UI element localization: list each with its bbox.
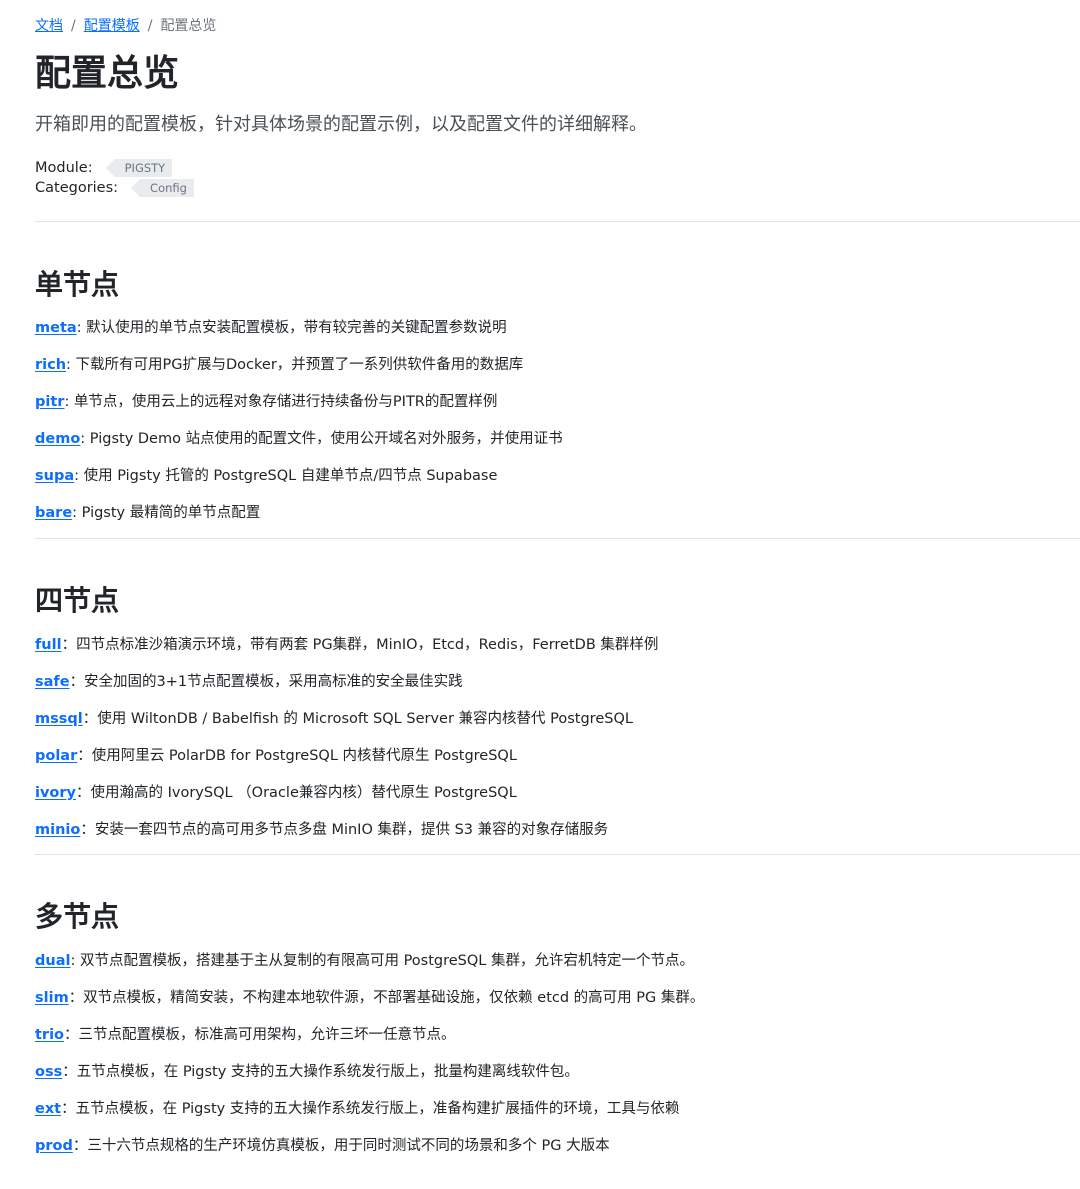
list-item: pitr: 单节点，使用云上的远程对象存储进行持续备份与PITR的配置样例 <box>35 392 497 412</box>
list-item: meta: 默认使用的单节点安装配置模板，带有较完善的关键配置参数说明 <box>35 318 507 338</box>
template-link-pitr[interactable]: pitr <box>35 394 64 410</box>
template-desc: ：使用阿里云 PolarDB for PostgreSQL 内核替代原生 Pos… <box>77 748 517 764</box>
breadcrumb-link-docs[interactable]: 文档 <box>35 18 63 34</box>
list-item: full：四节点标准沙箱演示环境，带有两套 PG集群，MinIO，Etcd，Re… <box>35 635 658 655</box>
template-desc: ：四节点标准沙箱演示环境，带有两套 PG集群，MinIO，Etcd，Redis，… <box>61 637 659 653</box>
list-item: polar：使用阿里云 PolarDB for PostgreSQL 内核替代原… <box>35 746 517 766</box>
template-desc: : 双节点配置模板，搭建基于主从复制的有限高可用 PostgreSQL 集群，允… <box>70 953 694 969</box>
list-item: demo: Pigsty Demo 站点使用的配置文件，使用公开域名对外服务，并… <box>35 429 563 449</box>
section-heading-single-node: 单节点 <box>35 268 120 301</box>
list-item: ext：五节点模板，在 Pigsty 支持的五大操作系统发行版上，准备构建扩展插… <box>35 1099 679 1119</box>
breadcrumb: 文档 / 配置模板 / 配置总览 <box>35 16 216 36</box>
template-link-bare[interactable]: bare <box>35 505 72 521</box>
template-link-mssql[interactable]: mssql <box>35 711 83 727</box>
template-desc: ：双节点模板，精简安装，不构建本地软件源，不部署基础设施，仅依赖 etcd 的高… <box>68 990 705 1006</box>
template-desc: ：三十六节点规格的生产环境仿真模板，用于同时测试不同的场景和多个 PG 大版本 <box>72 1138 610 1154</box>
breadcrumb-current: 配置总览 <box>160 18 217 34</box>
module-tag[interactable]: PIGSTY <box>105 159 173 177</box>
list-item: mssql：使用 WiltonDB / Babelfish 的 Microsof… <box>35 709 633 729</box>
template-link-polar[interactable]: polar <box>35 748 77 764</box>
template-desc: : Pigsty Demo 站点使用的配置文件，使用公开域名对外服务，并使用证书 <box>80 431 563 447</box>
template-desc: : 使用 Pigsty 托管的 PostgreSQL 自建单节点/四节点 Sup… <box>74 468 498 484</box>
template-link-rich[interactable]: rich <box>35 357 66 373</box>
template-link-ivory[interactable]: ivory <box>35 785 76 801</box>
section-heading-four-node: 四节点 <box>35 584 120 617</box>
list-item: supa: 使用 Pigsty 托管的 PostgreSQL 自建单节点/四节点… <box>35 466 497 486</box>
template-desc: ：三节点配置模板，标准高可用架构，允许三坏一任意节点。 <box>64 1027 456 1043</box>
list-item: oss：五节点模板，在 Pigsty 支持的五大操作系统发行版上，批量构建离线软… <box>35 1062 579 1082</box>
page-title: 配置总览 <box>35 53 180 94</box>
template-link-dual[interactable]: dual <box>35 953 70 969</box>
template-link-prod[interactable]: prod <box>35 1138 73 1154</box>
categories-tag[interactable]: Config <box>131 179 194 197</box>
list-item: prod：三十六节点规格的生产环境仿真模板，用于同时测试不同的场景和多个 PG … <box>35 1136 610 1156</box>
template-desc: : 下载所有可用PG扩展与Docker，并预置了一系列供软件备用的数据库 <box>66 357 524 373</box>
template-link-supa[interactable]: supa <box>35 468 74 484</box>
template-link-oss[interactable]: oss <box>35 1064 62 1080</box>
template-desc: ：安装一套四节点的高可用多节点多盘 MinIO 集群，提供 S3 兼容的对象存储… <box>80 822 609 838</box>
template-link-meta[interactable]: meta <box>35 320 77 336</box>
template-link-trio[interactable]: trio <box>35 1027 64 1043</box>
breadcrumb-separator: / <box>147 18 153 34</box>
template-desc: : 默认使用的单节点安装配置模板，带有较完善的关键配置参数说明 <box>76 320 507 336</box>
list-item: ivory：使用瀚高的 IvorySQL （Oracle兼容内核）替代原生 Po… <box>35 783 517 803</box>
breadcrumb-link-config-templates[interactable]: 配置模板 <box>84 18 140 34</box>
breadcrumb-separator: / <box>71 18 76 34</box>
template-desc: ：使用瀚高的 IvorySQL （Oracle兼容内核）替代原生 Postgre… <box>76 785 517 801</box>
template-desc: : 单节点，使用云上的远程对象存储进行持续备份与PITR的配置样例 <box>64 394 498 410</box>
template-desc: ：使用 WiltonDB / Babelfish 的 Microsoft SQL… <box>82 711 633 727</box>
list-item: rich: 下载所有可用PG扩展与Docker，并预置了一系列供软件备用的数据库 <box>35 355 523 375</box>
module-label: Module: <box>35 160 93 176</box>
template-link-full[interactable]: full <box>35 637 62 653</box>
template-desc: : Pigsty 最精简的单节点配置 <box>72 505 261 521</box>
page-lead: 开箱即用的配置模板，针对具体场景的配置示例，以及配置文件的详细解释。 <box>35 114 647 135</box>
module-row: Module: PIGSTY <box>35 158 173 178</box>
template-desc: ：五节点模板，在 Pigsty 支持的五大操作系统发行版上，批量构建离线软件包。 <box>62 1064 579 1080</box>
list-item: bare: Pigsty 最精简的单节点配置 <box>35 503 260 523</box>
template-desc: ：安全加固的3+1节点配置模板，采用高标准的安全最佳实践 <box>69 674 463 690</box>
template-link-slim[interactable]: slim <box>35 990 69 1006</box>
list-item: slim：双节点模板，精简安装，不构建本地软件源，不部署基础设施，仅依赖 etc… <box>35 988 704 1008</box>
list-item: safe：安全加固的3+1节点配置模板，采用高标准的安全最佳实践 <box>35 672 463 692</box>
template-desc: ：五节点模板，在 Pigsty 支持的五大操作系统发行版上，准备构建扩展插件的环… <box>61 1101 680 1117</box>
list-item: minio：安装一套四节点的高可用多节点多盘 MinIO 集群，提供 S3 兼容… <box>35 820 608 840</box>
list-item: trio：三节点配置模板，标准高可用架构，允许三坏一任意节点。 <box>35 1025 456 1045</box>
template-link-demo[interactable]: demo <box>35 431 80 447</box>
template-link-minio[interactable]: minio <box>35 822 80 838</box>
section-heading-multi-node: 多节点 <box>35 900 120 933</box>
divider <box>35 538 1080 539</box>
template-link-safe[interactable]: safe <box>35 674 70 690</box>
categories-label: Categories: <box>35 180 119 196</box>
divider <box>35 854 1080 855</box>
divider <box>35 221 1080 222</box>
categories-row: Categories: Config <box>35 178 194 198</box>
list-item: dual: 双节点配置模板，搭建基于主从复制的有限高可用 PostgreSQL … <box>35 951 694 971</box>
template-link-ext[interactable]: ext <box>35 1101 61 1117</box>
